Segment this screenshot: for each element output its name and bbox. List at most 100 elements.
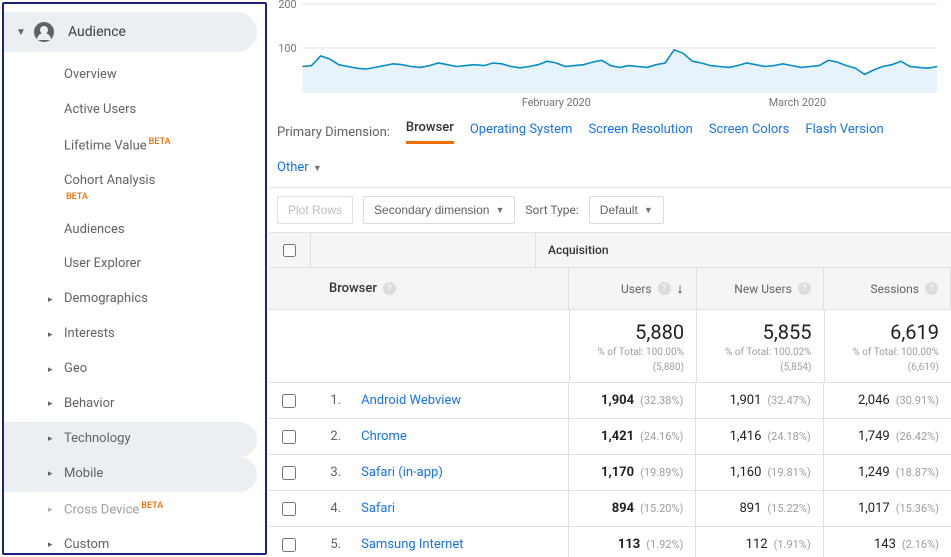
sidebar-item-user-explorer[interactable]: User Explorer [4,247,257,282]
row-index: 5. [310,537,349,552]
sort-type-label: Sort Type: [525,203,578,217]
row-checkbox[interactable] [282,430,296,444]
help-icon[interactable]: ? [798,282,811,295]
sidebar-nav-list: Overview Active Users Lifetime ValueBETA Co… [4,58,265,555]
sidebar-item-overview[interactable]: Overview [4,58,257,93]
nav-item-label: Overview [64,67,117,84]
sidebar-section-audience[interactable]: ▼ Audience [4,12,257,52]
totals-row: 5,880 % of Total: 100.00% (5,880) 5,855 … [269,310,951,383]
nav-item-label: Custom [64,537,109,554]
nav-item-label: Cohort AnalysisBETA [64,173,155,204]
sidebar-item-custom[interactable]: ▸ Custom [4,528,257,555]
nav-item-label: Mobile [64,466,103,483]
help-icon[interactable]: ? [925,282,938,295]
sidebar-item-cross-device[interactable]: ▸Cross DeviceBETA [4,492,257,528]
beta-badge: BETA [149,137,171,147]
sidebar-item-demographics[interactable]: ▸Demographics [4,282,257,317]
header-sessions[interactable]: Sessions ? [824,268,951,309]
nav-item-label: Interests [64,326,115,343]
sort-type-dropdown[interactable]: Default▼ [589,196,664,224]
row-checkbox[interactable] [282,538,296,552]
caret-right-icon: ▸ [48,469,53,479]
dimension-flash-version[interactable]: Flash Version [805,122,883,143]
browser-link[interactable]: Safari (in-app) [349,455,569,490]
sort-arrow-down-icon: ↓ [677,280,684,297]
cell-sessions: 1,749(26.42%) [824,419,951,454]
caret-down-icon: ▼ [495,205,504,215]
row-index: 1. [310,393,349,408]
row-checkbox-cell [269,394,310,408]
help-icon[interactable]: ? [383,282,396,295]
sidebar-item-mobile[interactable]: ▸ Mobile [4,457,257,492]
select-all-checkbox[interactable] [283,244,296,257]
sidebar-item-audiences[interactable]: Audiences [4,213,257,248]
cell-new-users: 112(1.91%) [696,527,823,557]
svg-text:200: 200 [278,0,296,11]
header-users[interactable]: Users ? ↓ [569,268,696,309]
header-browser[interactable]: Browser ? [269,268,569,309]
cell-sessions: 1,017(15.36%) [824,491,951,526]
sidebar-item-lifetime-value[interactable]: Lifetime ValueBETA [4,128,257,164]
data-table: Acquisition Browser ? Users ? ↓ New User… [269,232,951,557]
browser-link[interactable]: Chrome [349,419,569,454]
beta-badge: BETA [141,501,163,511]
help-icon[interactable]: ? [658,282,671,295]
nav-item-label: Active Users [64,102,136,119]
sidebar-item-interests[interactable]: ▸ Interests [4,317,257,352]
row-checkbox[interactable] [282,394,296,408]
row-checkbox-cell [269,502,310,516]
nav-item-label: Geo [64,361,87,378]
cell-users: 894(15.20%) [569,491,696,526]
header-new-users[interactable]: New Users ? [697,268,824,309]
caret-down-icon: ▼ [16,27,26,38]
svg-text:February 2020: February 2020 [522,96,591,109]
dimension-screen-resolution[interactable]: Screen Resolution [588,122,692,143]
sidebar-section-label: Audience [68,24,126,40]
secondary-dimension-dropdown[interactable]: Secondary dimension▼ [363,196,515,224]
dimension-other[interactable]: Other ▼ [277,160,322,181]
row-checkbox-cell [269,466,310,480]
dimension-browser-active[interactable]: Browser [406,120,454,144]
totals-sessions: 6,619 % of Total: 100.00% (6,619) [824,310,951,382]
table-row: 5.Samsung Internet113(1.92%)112(1.91%)14… [269,527,951,557]
table-header-row2: Browser ? Users ? ↓ New Users ? Sessions… [269,268,951,310]
plot-rows-button[interactable]: Plot Rows [277,196,353,224]
person-icon [34,22,54,42]
sidebar-item-cohort-analysis[interactable]: Cohort AnalysisBETA [4,164,257,213]
cell-new-users: 1,901(32.47%) [696,383,823,418]
header-checkbox-cell [269,233,311,267]
sidebar-item-technology[interactable]: ▸ Technology [4,422,257,457]
browser-link[interactable]: Android Webview [349,383,569,418]
sidebar-audience: ▼ Audience Overview Active Users Lifetime … [2,2,267,555]
dimension-os[interactable]: Operating System [470,122,573,143]
cell-new-users: 1,416(24.18%) [696,419,823,454]
caret-right-icon: ▸ [48,399,53,409]
cell-sessions: 2,046(30.91%) [824,383,951,418]
browser-link[interactable]: Samsung Internet [349,527,569,557]
users-timeseries-chart[interactable]: 100200February 2020March 2020 [273,0,941,110]
nav-item-label: Lifetime ValueBETA [64,137,171,155]
row-checkbox-cell [269,430,310,444]
row-checkbox[interactable] [282,466,296,480]
caret-right-icon: ▸ [48,540,53,550]
row-checkbox[interactable] [282,502,296,516]
sidebar-item-geo[interactable]: ▸Geo [4,352,257,387]
sidebar-item-active-users[interactable]: Active Users [4,93,257,128]
nav-item-label: Technology [64,431,131,448]
caret-right-icon: ▸ [48,434,53,444]
dimension-screen-colors[interactable]: Screen Colors [709,122,790,143]
row-checkbox-cell [269,538,310,552]
beta-badge: BETA [66,192,155,204]
header-browser-spacer [311,233,536,267]
main-content: 100200February 2020March 2020 Primary Di… [269,0,951,557]
svg-text:100: 100 [278,42,296,55]
cell-users: 113(1.92%) [569,527,696,557]
caret-right-icon: ▸ [48,505,53,515]
cell-new-users: 1,160(19.81%) [696,455,823,490]
browser-link[interactable]: Safari [349,491,569,526]
caret-down-icon: ▼ [311,164,322,174]
row-index: 3. [310,465,349,480]
caret-right-icon: ▸ [48,330,53,340]
cell-sessions: 143(2.16%) [824,527,951,557]
sidebar-item-behavior[interactable]: ▸Behavior [4,387,257,422]
